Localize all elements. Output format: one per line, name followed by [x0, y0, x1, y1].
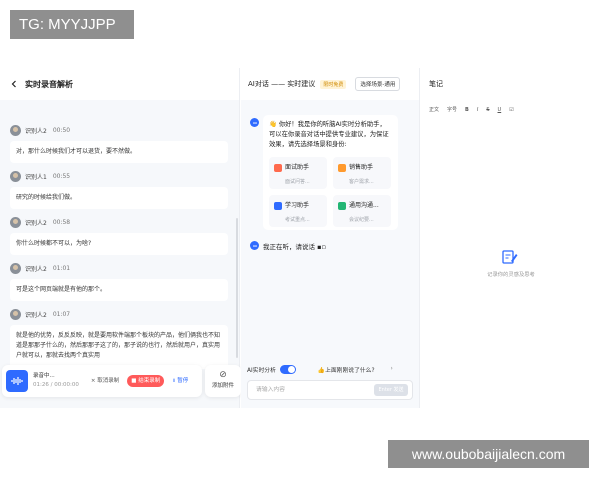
- avatar: [10, 308, 21, 320]
- watermark-bottom: www.oubobaijialecn.com: [388, 440, 589, 468]
- more-icon[interactable]: ›: [391, 366, 393, 372]
- transcript-item: 识别人2 00:50 对，那什么时候我们才可以退货，要不然做。: [10, 124, 232, 163]
- message-time: 01:07: [52, 310, 71, 318]
- transcript-panel: 实时录音解析 识别人2 00:50 对，那什么时候我们才可以退货，要不然做。 识别…: [0, 68, 241, 408]
- recorder-status: 录音中... 01:26 / 00:00:00: [33, 373, 79, 388]
- pause-button[interactable]: ॥ 暂停: [168, 375, 192, 387]
- notes-panel: 笔记 正文 字号 B I S U ☑ 记录你的灵感及思考: [421, 68, 600, 408]
- italic-button[interactable]: I: [477, 107, 478, 113]
- listening-status: 我正在听，请说话 ▪▫: [263, 243, 326, 251]
- speaker-name: 识别人2: [25, 127, 47, 135]
- checklist-button[interactable]: ☑: [509, 107, 513, 113]
- ai-chat-title: AI对话 —— 实时建议: [248, 80, 316, 88]
- recorder-bar: 录音中... 01:26 / 00:00:00 × 取消录制 ■ 结束录制 ॥ …: [2, 365, 202, 397]
- card-sales-assistant[interactable]: 销售助手 客户需求...: [333, 157, 391, 189]
- avatar: [10, 124, 21, 136]
- transcript-item: 识别人2 01:01 可是这个网页端就是有他的那个。: [10, 262, 232, 301]
- select-scene-button[interactable]: 选择场景-通用: [355, 77, 401, 91]
- underline-button[interactable]: U: [498, 107, 502, 113]
- phone-icon: [338, 164, 346, 172]
- ai-bot-icon: [250, 241, 259, 250]
- interview-icon: [274, 164, 282, 172]
- message-text: 对，那什么时候我们才可以退货，要不然做。: [10, 141, 228, 163]
- watermark-top: TG: MYYJJPP: [10, 10, 134, 39]
- notes-toolbar: 正文 字号 B I S U ☑: [429, 106, 522, 114]
- strike-button[interactable]: S: [486, 107, 489, 113]
- speaker-name: 识别人2: [25, 311, 47, 319]
- transcript-item: 识别人2 00:58 你什么时候都不可以，为啥?: [10, 216, 232, 255]
- font-size-dropdown[interactable]: 字号: [447, 106, 457, 113]
- message-text: 可是这个网页端就是有他的那个。: [10, 279, 228, 301]
- ai-analysis-row: AI实时分析 👍上面刚刚说了什么? ›: [247, 363, 417, 375]
- notes-title: 笔记: [429, 80, 443, 88]
- message-time: 01:01: [52, 264, 71, 272]
- card-general-communication[interactable]: 通用沟通... 会议纪要...: [333, 195, 391, 227]
- end-record-button[interactable]: ■ 结束录制: [127, 375, 165, 387]
- ai-chat-header: AI对话 —— 实时建议 限时免费 选择场景-通用: [241, 68, 419, 100]
- message-text: 你什么时候都不可以，为啥?: [10, 233, 228, 255]
- chat-icon: [338, 202, 346, 210]
- transcript-item: 识别人1 00:55 研究的时候给我们做。: [10, 170, 232, 209]
- recorder-time: 01:26 / 00:00:00: [33, 382, 79, 388]
- notes-empty-text: 记录你的灵感及思考: [487, 272, 535, 278]
- avatar: [10, 262, 21, 274]
- ai-analysis-toggle[interactable]: [279, 364, 296, 374]
- add-attachment-button[interactable]: ⊘ 添加附件: [205, 365, 241, 397]
- card-study-assistant[interactable]: 学习助手 考试重点...: [269, 195, 327, 227]
- ai-bot-icon: [250, 118, 259, 127]
- message-time: 00:55: [52, 172, 71, 180]
- message-text: 就是他的优势，反反反映，就是要用软件端那个板块的产品，他们俩我也不知道是那那子什…: [10, 325, 228, 369]
- book-icon: [274, 202, 282, 210]
- chat-input[interactable]: 请输入内容 Enter 发送: [247, 380, 413, 400]
- style-dropdown[interactable]: 正文: [429, 106, 439, 113]
- avatar: [10, 170, 21, 182]
- cancel-record-button[interactable]: × 取消录制: [87, 375, 123, 387]
- paperclip-icon: ⊘: [219, 370, 227, 380]
- card-interview-assistant[interactable]: 面试助手 面试问答...: [269, 157, 327, 189]
- speaker-name: 识别人2: [25, 219, 47, 227]
- bold-button[interactable]: B: [465, 107, 469, 113]
- ai-chat-panel: AI对话 —— 实时建议 限时免费 选择场景-通用 👋 你好！我是你的听脑AI实…: [241, 68, 420, 408]
- edit-note-icon: [501, 248, 519, 266]
- ai-analysis-label: AI实时分析: [247, 367, 276, 374]
- transcript-title: 实时录音解析: [25, 79, 73, 89]
- ai-welcome-message: 👋 你好！我是你的听脑AI实时分析助手，可以在你录音对话中提供专业建议，为保证效…: [263, 115, 398, 230]
- quick-prompt[interactable]: 👍上面刚刚说了什么?: [318, 365, 375, 374]
- message-time: 00:58: [52, 218, 71, 226]
- send-button[interactable]: Enter 发送: [374, 384, 408, 396]
- waveform-icon: [6, 370, 28, 392]
- speaker-name: 识别人1: [25, 173, 47, 181]
- message-time: 00:50: [52, 126, 71, 134]
- transcript-scrollbar[interactable]: [236, 218, 238, 358]
- app-window: 实时录音解析 识别人2 00:50 对，那什么时候我们才可以退货，要不然做。 识别…: [0, 68, 600, 408]
- speaker-name: 识别人2: [25, 265, 47, 273]
- message-text: 研究的时候给我们做。: [10, 187, 228, 209]
- chevron-left-icon[interactable]: [9, 79, 19, 89]
- transcript-header: 实时录音解析: [0, 68, 239, 100]
- avatar: [10, 216, 21, 228]
- transcript-item: 识别人2 01:07 就是他的优势，反反反映，就是要用软件端那个板块的产品，他们俩…: [10, 308, 232, 369]
- free-badge: 限时免费: [320, 79, 347, 89]
